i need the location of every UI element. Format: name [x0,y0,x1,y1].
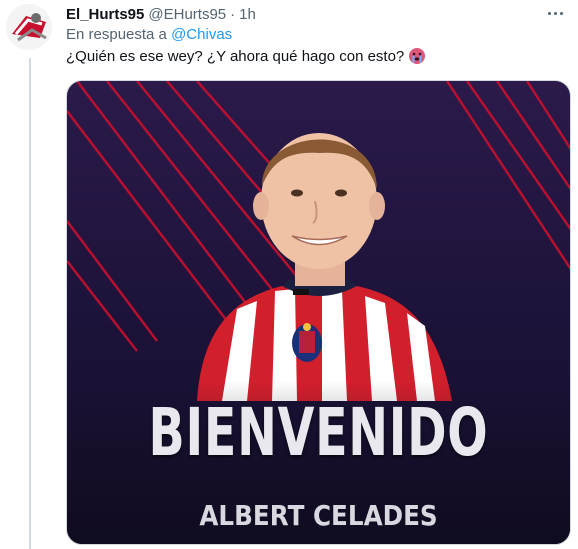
red-stripes-right [445,81,570,271]
separator-dot: · [230,5,236,23]
reply-context: En respuesta a @Chivas [66,26,232,43]
tweet-text-body: ¿Quién es ese wey? ¿Y ahora qué hago con… [66,47,405,65]
player-name: ALBERT CELADES [199,499,438,532]
tweet[interactable]: El_Hurts95 @EHurts95 · 1h En respuesta a… [0,0,578,549]
display-name[interactable]: El_Hurts95 [66,6,144,23]
user-handle[interactable]: @EHurts95 [148,6,226,23]
welcome-headline: BIENVENIDO [148,394,489,471]
reply-mention-link[interactable]: @Chivas [171,26,232,43]
brand-mark [293,289,309,295]
tweet-text: ¿Quién es ese wey? ¿Y ahora qué hago con… [66,47,426,65]
avatar-image [6,4,52,50]
timestamp[interactable]: 1h [239,6,256,23]
crying-face-emoji-icon [409,48,426,64]
avatar[interactable] [6,4,52,50]
thread-line [29,58,31,549]
reply-prefix: En respuesta a [66,26,167,43]
welcome-graphic [67,81,570,544]
player-figure [197,133,452,401]
more-options-icon[interactable] [544,4,566,22]
tweet-header: El_Hurts95 @EHurts95 · 1h [66,3,578,25]
tweet-media-image[interactable]: BIENVENIDO ALBERT CELADES [66,80,571,545]
